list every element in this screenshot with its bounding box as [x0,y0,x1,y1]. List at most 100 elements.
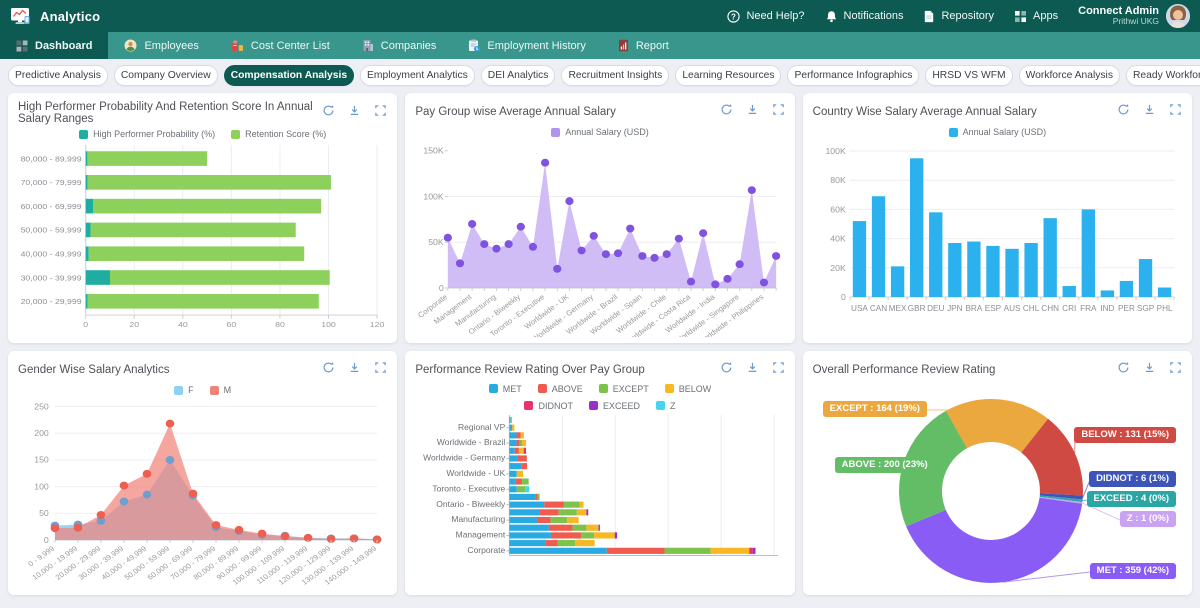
download-icon[interactable] [348,104,361,122]
legend-item[interactable]: ABOVE [538,384,583,394]
pill-workforce-analysis[interactable]: Workforce Analysis [1019,65,1120,86]
pill-dei-analytics[interactable]: DEI Analytics [481,65,556,86]
svg-text:CAN: CAN [870,304,887,313]
legend-item[interactable]: M [210,385,232,395]
pill-recruitment-insights[interactable]: Recruitment Insights [561,65,669,86]
pill-company-overview[interactable]: Company Overview [114,65,218,86]
pill-hrsd-vs-wfm[interactable]: HRSD VS WFM [925,65,1012,86]
apps-button[interactable]: Apps [1014,10,1058,23]
svg-text:Worldwide - Brazil: Worldwide - Brazil [437,437,506,447]
tab-cost-center-list[interactable]: Cost Center List [215,32,346,59]
legend-item[interactable]: Z [656,401,676,411]
chart-legend[interactable]: FM [18,381,387,399]
need-help-label: Need Help? [746,10,804,22]
svg-text:0: 0 [83,320,88,328]
refresh-icon[interactable] [1117,103,1130,121]
svg-text:ESP: ESP [984,304,1000,313]
legend-item[interactable]: Retention Score (%) [231,129,326,139]
pill-learning-resources[interactable]: Learning Resources [675,65,781,86]
svg-text:PHL: PHL [1156,304,1172,313]
user-menu[interactable]: Connect Admin Prithwi UKG [1078,4,1190,28]
tab-employees[interactable]: Employees [108,32,214,59]
svg-text:60: 60 [227,320,237,328]
tab-report[interactable]: Report [602,32,685,59]
tab-label: Cost Center List [251,40,330,52]
svg-text:0: 0 [44,535,49,545]
svg-text:120: 120 [370,320,385,328]
expand-icon[interactable] [772,361,785,379]
pill-ready-workforce[interactable]: Ready Workforce [1126,65,1200,86]
refresh-icon[interactable] [720,361,733,379]
review-paygroup-chart: Regional VPWorldwide - BrazilWorldwide -… [415,413,784,565]
pill-compensation-analysis[interactable]: Compensation Analysis [224,65,354,86]
pill-performance-infographics[interactable]: Performance Infographics [787,65,919,86]
legend-item[interactable]: EXCEPT [599,384,649,394]
svg-text:Management: Management [456,530,506,540]
download-icon[interactable] [1143,103,1156,121]
svg-text:0: 0 [841,292,846,302]
notifications-button[interactable]: Notifications [825,10,904,23]
tab-companies[interactable]: Companies [346,32,453,59]
svg-text:100: 100 [34,482,49,492]
expand-icon[interactable] [1169,103,1182,121]
chart-legend[interactable]: High Performer Probability (%) Retention … [18,125,387,143]
legend-item[interactable]: EXCEED [589,401,640,411]
svg-text:0: 0 [439,283,444,293]
chart-legend[interactable]: Annual Salary (USD) [415,123,784,141]
expand-icon[interactable] [772,103,785,121]
chart-legend[interactable]: Annual Salary (USD) [813,123,1182,141]
pill-employment-analytics[interactable]: Employment Analytics [360,65,475,86]
svg-text:100K: 100K [825,146,846,156]
card-review-paygroup: Performance Review Rating Over Pay Group… [405,351,794,595]
svg-text:150: 150 [34,455,49,465]
repository-button[interactable]: Repository [923,10,994,23]
refresh-icon[interactable] [322,361,335,379]
legend-item[interactable]: F [174,385,194,395]
refresh-icon[interactable] [720,103,733,121]
tab-dashboard[interactable]: Dashboard [0,32,108,59]
dashboard-icon [16,40,28,52]
svg-text:CHL: CHL [1023,304,1040,313]
refresh-icon[interactable] [322,104,335,122]
chart-legend[interactable]: MET ABOVE EXCEPT BELOW DIDNOT EXCEED Z [415,381,784,413]
svg-text:PER: PER [1118,304,1135,313]
legend-item[interactable]: DIDNOT [524,401,573,411]
svg-text:SGP: SGP [1137,304,1154,313]
companies-icon [362,39,374,52]
need-help-button[interactable]: ? Need Help? [727,10,804,23]
tab-label: Employees [144,40,198,52]
expand-icon[interactable] [374,361,387,379]
download-icon[interactable] [1143,361,1156,379]
download-icon[interactable] [746,103,759,121]
download-icon[interactable] [348,361,361,379]
report-icon [618,39,629,52]
legend-item[interactable]: BELOW [665,384,712,394]
svg-text:MEX: MEX [888,304,906,313]
donut-callout-below: BELOW : 131 (15%) [1074,427,1176,443]
svg-text:USA: USA [851,304,868,313]
svg-text:100: 100 [321,320,336,328]
legend-item[interactable]: Annual Salary (USD) [551,127,649,137]
legend-item[interactable]: Annual Salary (USD) [949,127,1047,137]
dashboard-page: Analytico ? Need Help? Notifications [0,0,1200,608]
svg-text:Manufacturing: Manufacturing [452,514,506,524]
pill-predictive-analysis[interactable]: Predictive Analysis [8,65,108,86]
svg-text:40,000 - 49,999: 40,000 - 49,999 [21,250,82,258]
legend-item[interactable]: High Performer Probability (%) [79,129,215,139]
avatar[interactable] [1166,4,1190,28]
tab-label: Companies [381,40,437,52]
svg-text:80: 80 [275,320,285,328]
apps-label: Apps [1033,10,1058,22]
svg-text:50,000 - 59,999: 50,000 - 59,999 [21,226,82,234]
refresh-icon[interactable] [1117,361,1130,379]
expand-icon[interactable] [374,104,387,122]
card-gender-salary: Gender Wise Salary Analytics FM 05010015… [8,351,397,595]
download-icon[interactable] [746,361,759,379]
expand-icon[interactable] [1169,361,1182,379]
employees-icon [124,39,137,52]
svg-text:40: 40 [178,320,188,328]
svg-text:30,000 - 39,999: 30,000 - 39,999 [21,274,82,282]
legend-item[interactable]: MET [489,384,522,394]
svg-text:20,000 - 29,999: 20,000 - 29,999 [21,297,82,305]
tab-employment-history[interactable]: Employment History [452,32,601,59]
